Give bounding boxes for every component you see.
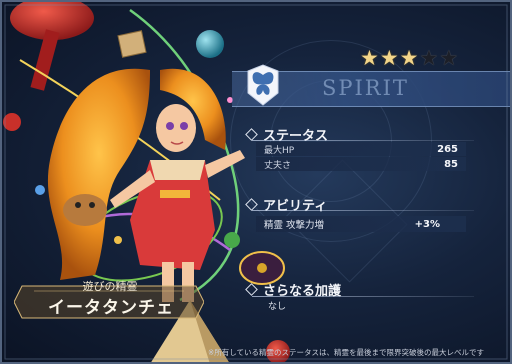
footnote-text: ※所有している精霊のステータスは、精霊を最後まで限界突破後の最大レベルです (208, 348, 485, 357)
status-label: 最大HP (264, 145, 295, 156)
status-value: 85 (444, 158, 458, 170)
ability-divider (252, 210, 474, 211)
ability-label: 精霊 攻撃力増 (264, 220, 325, 231)
spirit-detail-screen: ★ ★ ★ ★ ★ SPIRIT ステータス 最大HP 265 丈夫さ 85 アビリティ… (0, 0, 512, 364)
ability-value: +3% (414, 218, 440, 230)
diamond-icon (245, 127, 258, 141)
ability-row: 精霊 攻撃力増 +3% (256, 216, 466, 232)
extra-value: なし (268, 302, 287, 312)
spirit-title: 遊びの精霊 (82, 280, 138, 293)
status-row-max-hp: 最大HP 265 (256, 142, 466, 156)
attribute-label: SPIRIT (322, 76, 409, 100)
star-empty-icon: ★ (439, 46, 459, 70)
diamond-icon (245, 197, 258, 211)
extra-divider (252, 296, 474, 297)
diamond-icon (245, 282, 258, 296)
status-row-toughness: 丈夫さ 85 (256, 157, 466, 171)
rarity-stars: ★ ★ ★ ★ ★ (360, 47, 458, 69)
status-divider (252, 140, 474, 141)
star-filled-icon: ★ (379, 46, 399, 70)
status-label: 丈夫さ (264, 160, 292, 171)
star-empty-icon: ★ (419, 46, 439, 70)
butterfly-icon (247, 64, 279, 106)
star-filled-icon: ★ (360, 46, 379, 70)
spirit-name: イータタンチェ (48, 298, 174, 318)
star-filled-icon: ★ (399, 46, 419, 70)
status-value: 265 (437, 143, 458, 155)
